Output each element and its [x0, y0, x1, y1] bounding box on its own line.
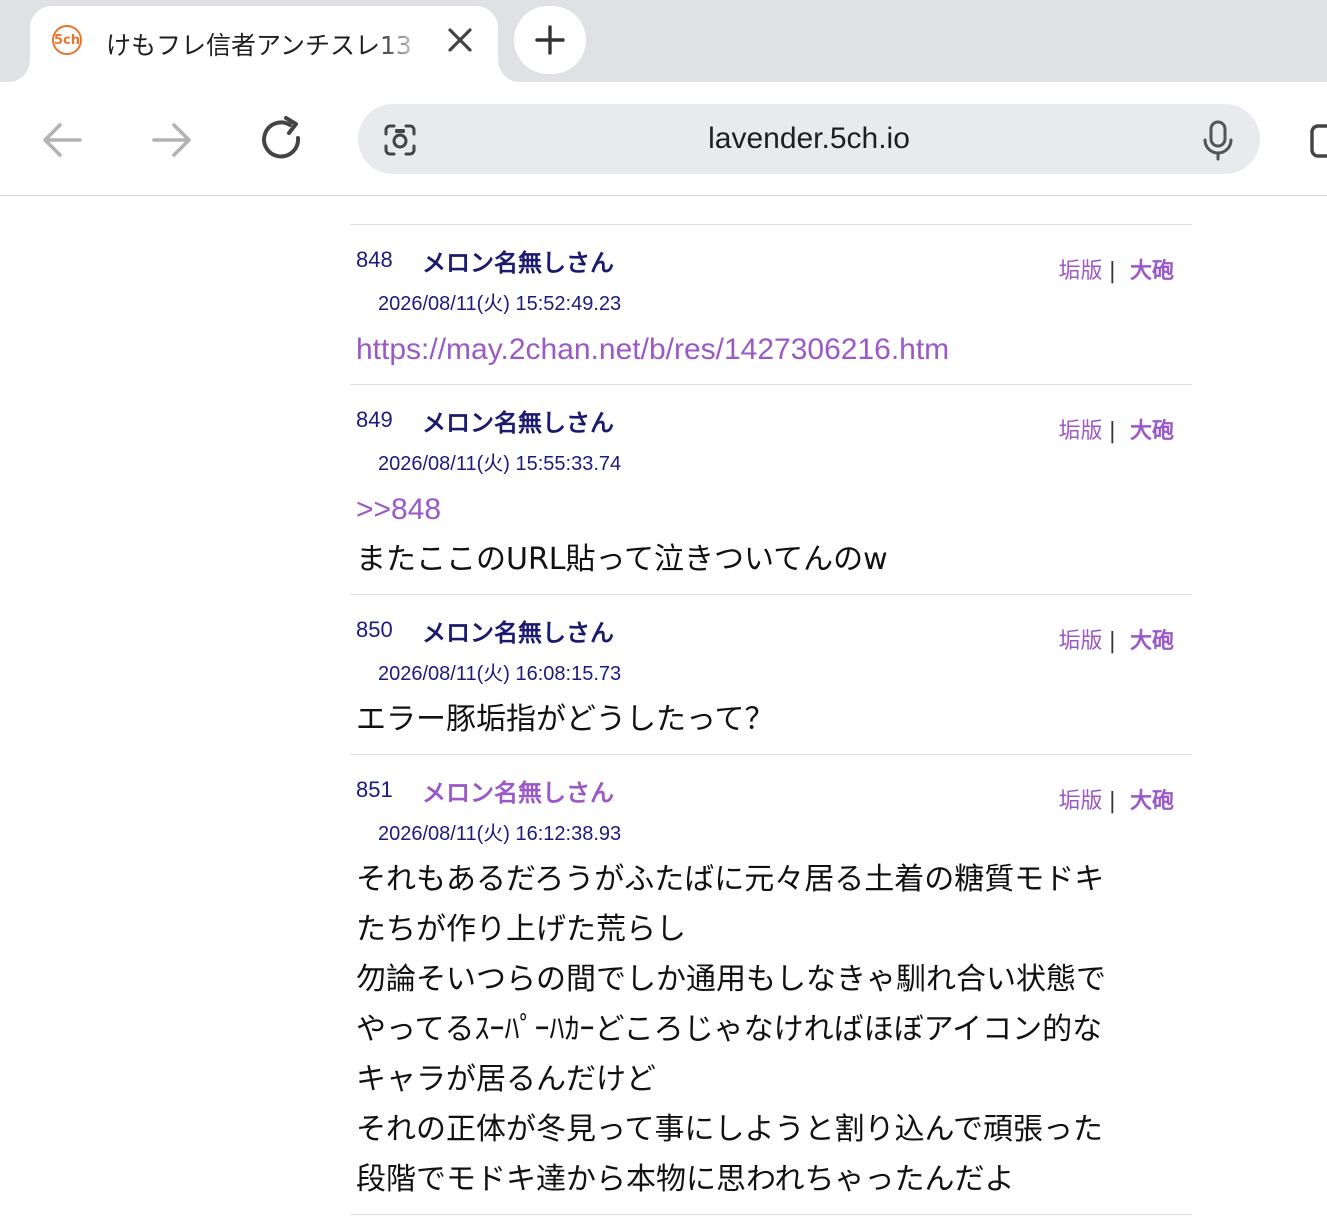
post-849: 849 メロン名無しさん 2026/08/11(火) 15:55:33.74 垢…	[350, 385, 1192, 595]
cannon-link[interactable]: 大砲	[1130, 419, 1174, 444]
tab-curve	[8, 60, 30, 82]
post-text-line: キャラが居るんだけど	[356, 1062, 656, 1097]
previous-post-tail	[350, 196, 1192, 225]
dump-link[interactable]: 垢版	[1059, 419, 1103, 444]
tab-switcher-icon[interactable]	[1306, 118, 1327, 162]
tab-strip: 5ch けもフレ信者アンチスレ13	[0, 0, 1327, 82]
forward-arrow-icon[interactable]	[144, 112, 200, 168]
microphone-icon[interactable]	[1198, 118, 1238, 162]
post-actions: 垢版 | 大砲	[1059, 413, 1174, 445]
post-number[interactable]: 851	[356, 777, 393, 803]
site-favicon-icon: 5ch	[52, 25, 82, 55]
page-content: 848 メロン名無しさん 2026/08/11(火) 15:52:49.23 垢…	[0, 196, 1327, 1220]
cannon-link[interactable]: 大砲	[1130, 629, 1174, 654]
tab-curve	[498, 60, 520, 82]
action-separator: |	[1108, 419, 1116, 444]
post-number[interactable]: 848	[356, 247, 393, 273]
post-848: 848 メロン名無しさん 2026/08/11(火) 15:52:49.23 垢…	[350, 225, 1192, 385]
post-date: 2026/08/11(火) 15:55:33.74	[378, 453, 622, 475]
post-850: 850 メロン名無しさん 2026/08/11(火) 16:08:15.73 垢…	[350, 595, 1192, 755]
favicon-text: 5ch	[54, 32, 81, 48]
post-text-line: やってるｽｰﾊﾟｰﾊｶｰどころじゃなければほぼアイコン的な	[356, 1012, 1103, 1047]
cannon-link[interactable]: 大砲	[1130, 259, 1174, 284]
post-body: エラー豚垢指がどうしたって？	[356, 695, 1186, 745]
post-date: 2026/08/11(火) 16:08:15.73	[378, 663, 622, 685]
post-actions: 垢版 | 大砲	[1059, 623, 1174, 655]
post-text-line: 勿論そいつらの間でしか通用もしなきゃ馴れ合い状態で	[356, 962, 1106, 997]
back-arrow-icon[interactable]	[34, 112, 90, 168]
post-actions: 垢版 | 大砲	[1059, 253, 1174, 285]
post-author-name: メロン名無しさん	[422, 249, 614, 277]
reply-anchor-link[interactable]: >>848	[356, 485, 1186, 535]
post-text-line: エラー豚垢指がどうしたって？	[356, 702, 775, 737]
dump-link[interactable]: 垢版	[1059, 789, 1103, 814]
browser-toolbar: lavender.5ch.io	[0, 82, 1327, 196]
address-bar[interactable]: lavender.5ch.io	[358, 104, 1260, 174]
post-number[interactable]: 850	[356, 617, 393, 643]
post-body: それもあるだろうがふたばに元々居る土着の糖質モドキ たちが作り上げた荒らし 勿論…	[356, 855, 1186, 1205]
browser-tab[interactable]: 5ch けもフレ信者アンチスレ13	[30, 6, 498, 82]
cannon-link[interactable]: 大砲	[1130, 789, 1174, 814]
post-851: 851 メロン名無しさん 2026/08/11(火) 16:12:38.93 垢…	[350, 755, 1192, 1215]
post-date: 2026/08/11(火) 16:12:38.93	[378, 823, 622, 845]
action-separator: |	[1108, 789, 1116, 814]
close-icon[interactable]	[442, 22, 478, 58]
plus-icon	[535, 25, 565, 55]
post-text-line: それもあるだろうがふたばに元々居る土着の糖質モドキ	[356, 862, 1105, 897]
post-text-line: それの正体が冬見って事にしようと割り込んで頑張った	[356, 1112, 1103, 1147]
dump-link[interactable]: 垢版	[1059, 259, 1103, 284]
post-number[interactable]: 849	[356, 407, 393, 433]
post-text-line: 段階でモドキ達から本物に思われちゃったんだよ	[356, 1162, 1015, 1197]
post-text-line: たちが作り上げた荒らし	[356, 912, 686, 947]
reload-icon[interactable]	[254, 112, 310, 168]
tab-title: けもフレ信者アンチスレ13	[106, 31, 412, 60]
post-author-name: メロン名無しさん	[422, 779, 614, 807]
post-author-name: メロン名無しさん	[422, 619, 614, 647]
post-body: >>848 またここのURL貼って泣きついてんのw	[356, 485, 1186, 585]
new-tab-button[interactable]	[514, 6, 586, 74]
dump-link[interactable]: 垢版	[1059, 629, 1103, 654]
post-url-link[interactable]: https://may.2chan.net/b/res/1427306216.h…	[356, 325, 949, 375]
action-separator: |	[1108, 629, 1116, 654]
post-date: 2026/08/11(火) 15:52:49.23	[378, 293, 622, 315]
url-text: lavender.5ch.io	[708, 122, 910, 155]
post-actions: 垢版 | 大砲	[1059, 783, 1174, 815]
action-separator: |	[1108, 259, 1116, 284]
post-author-name: メロン名無しさん	[422, 409, 614, 437]
post-text-line: またここのURL貼って泣きついてんのw	[356, 542, 888, 577]
